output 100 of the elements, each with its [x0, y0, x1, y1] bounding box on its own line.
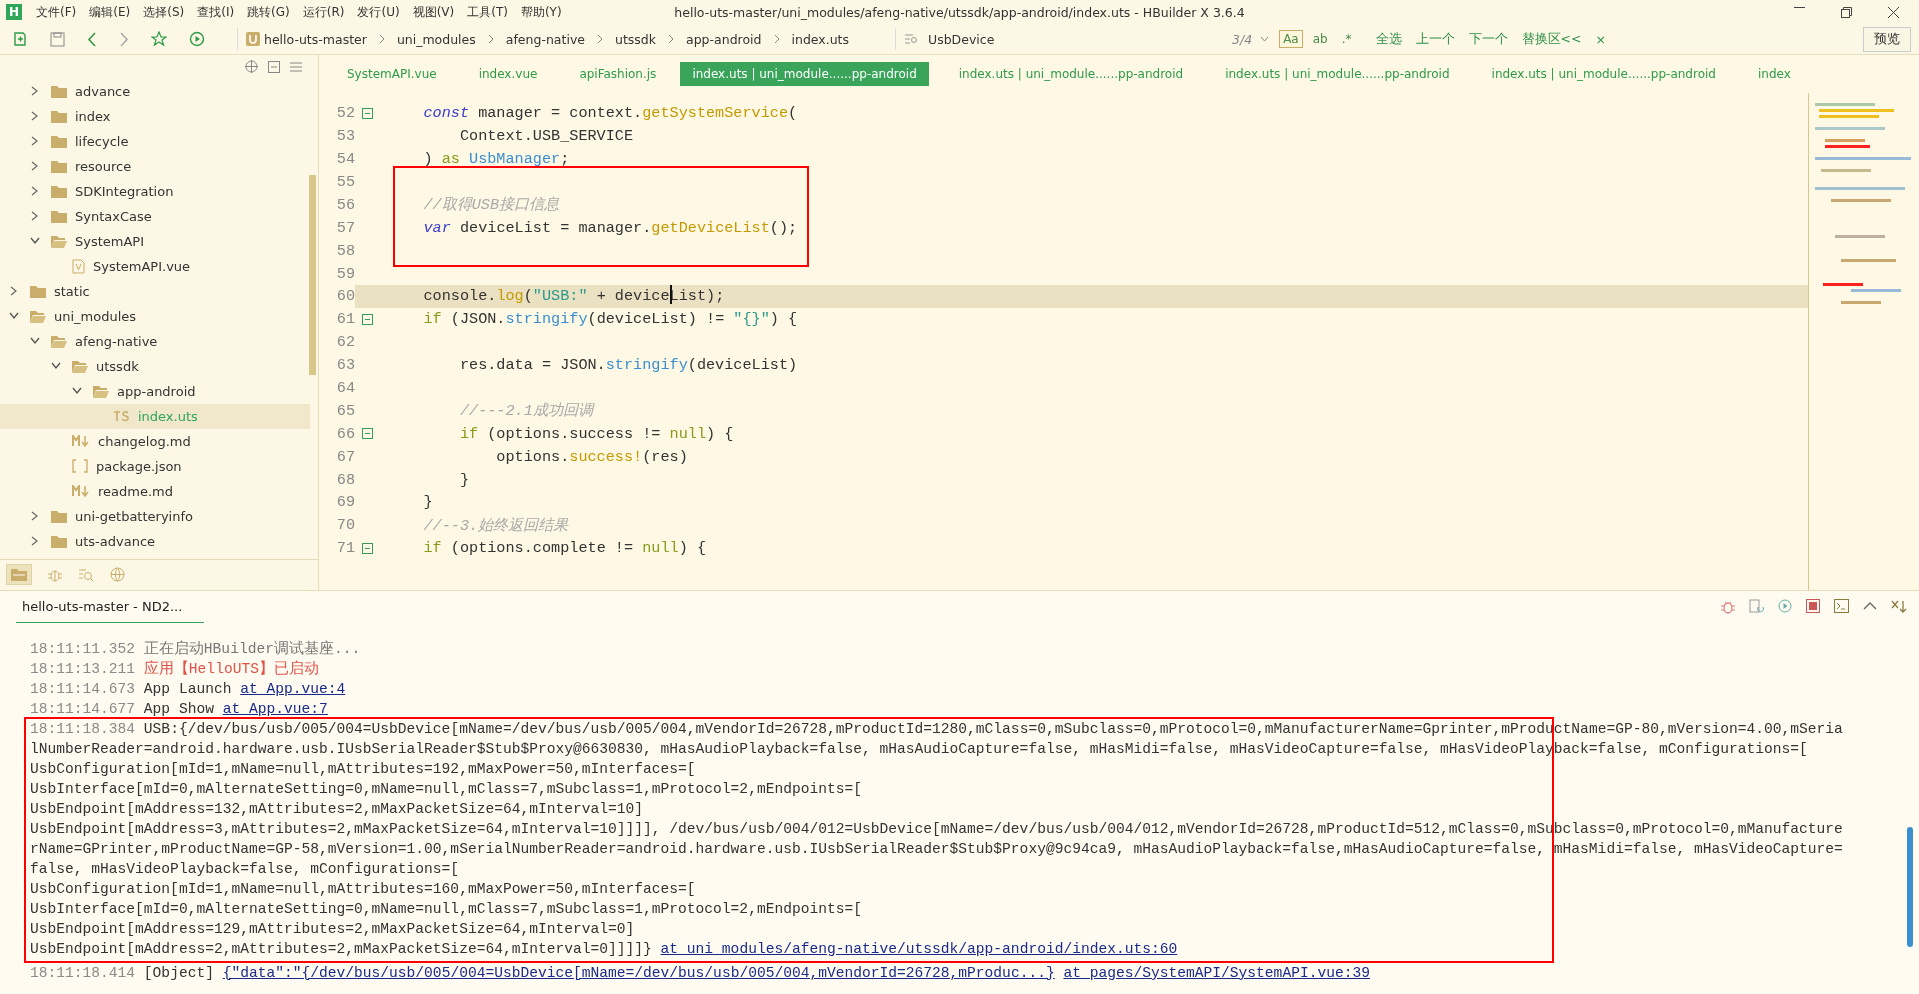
tree-item-label[interactable]: static — [54, 283, 90, 299]
menu-item[interactable]: 编辑(E) — [89, 3, 131, 21]
close-icon[interactable] — [1888, 6, 1899, 18]
editor-tab[interactable]: index — [1745, 61, 1803, 86]
tree-item-label[interactable]: app-android — [117, 383, 196, 399]
chevron-right-icon[interactable] — [31, 136, 39, 147]
minimize-icon[interactable] — [1794, 6, 1805, 9]
tree-item[interactable]: readme.md — [0, 478, 310, 504]
tree-item-label[interactable]: advance — [75, 83, 131, 99]
tree-item-label[interactable]: utssdk — [96, 358, 139, 374]
chevron-down-icon[interactable] — [30, 337, 40, 346]
chevron-right-icon[interactable] — [31, 86, 39, 97]
search-field[interactable]: UsbDevice — [924, 29, 1232, 49]
chevron-up-icon[interactable] — [1863, 602, 1877, 611]
editor-tab[interactable]: index.uts | uni_module......pp-android — [1479, 61, 1728, 86]
chevron-right-icon[interactable] — [31, 111, 39, 122]
chevron-down-icon[interactable] — [1260, 36, 1270, 43]
chevron-down-icon[interactable] — [51, 362, 61, 371]
menu-item[interactable]: 选择(S) — [143, 3, 185, 21]
star-icon[interactable] — [151, 31, 167, 48]
source-link[interactable]: at pages/SystemAPI/SystemAPI.vue:39 — [1063, 964, 1370, 981]
clear-icon[interactable] — [1891, 599, 1907, 613]
restore-icon[interactable] — [1841, 6, 1852, 18]
chevron-right-icon[interactable] — [31, 161, 39, 172]
chevron-right-icon[interactable] — [31, 186, 39, 197]
menu-item[interactable]: 文件(F) — [36, 3, 77, 21]
find-action-link[interactable]: 下一个 — [1468, 30, 1508, 48]
stop-icon[interactable] — [1806, 599, 1820, 614]
tree-item-label[interactable]: resource — [75, 158, 132, 174]
preview-button[interactable]: 预览 — [1863, 26, 1911, 52]
editor-tab[interactable]: index.uts | uni_module......pp-android — [946, 61, 1196, 86]
line-number: 65 — [335, 401, 355, 420]
editor-tab[interactable]: apiFashion.js — [567, 61, 669, 86]
breadcrumb-item[interactable]: index.uts — [787, 31, 853, 47]
menu-item[interactable]: 视图(V) — [412, 3, 455, 21]
chevron-right-icon[interactable] — [31, 511, 39, 522]
console-tab[interactable]: hello-uts-master - ND2... — [16, 598, 204, 623]
tree-item[interactable]: package.json — [0, 453, 310, 479]
fold-icon[interactable] — [361, 313, 373, 325]
files-icon[interactable] — [6, 564, 32, 586]
menu-item[interactable]: 运行(R) — [302, 3, 345, 21]
globe-icon[interactable] — [110, 567, 125, 583]
fold-icon[interactable] — [361, 107, 373, 119]
breadcrumb-item[interactable]: app-android — [682, 31, 766, 47]
save-icon[interactable] — [50, 31, 65, 47]
find-action-link[interactable]: 全选 — [1375, 30, 1402, 48]
collapse-icon[interactable] — [268, 60, 280, 73]
tree-item-label[interactable]: afeng-native — [75, 333, 158, 349]
scrollbar-thumb[interactable] — [309, 174, 316, 375]
tree-item-label[interactable]: uni_modules — [54, 308, 137, 324]
find-action-link[interactable]: 上一个 — [1415, 30, 1455, 48]
fold-icon[interactable] — [361, 542, 373, 554]
search-option-toggle[interactable]: Aa — [1279, 30, 1303, 49]
terminal-icon[interactable] — [1834, 599, 1849, 614]
menu-item[interactable]: 发行(U) — [357, 3, 400, 21]
fold-icon[interactable] — [361, 428, 373, 440]
scrollbar-thumb[interactable] — [1907, 826, 1913, 947]
breadcrumb-item[interactable]: afeng-native — [501, 31, 589, 47]
menu-icon[interactable] — [290, 61, 302, 72]
search-option-toggle[interactable]: .* — [1337, 30, 1356, 49]
tree-item-label[interactable]: SDKIntegration — [75, 183, 174, 199]
breadcrumb-item[interactable]: uni_modules — [392, 31, 480, 47]
breadcrumb-item[interactable]: hello-uts-master — [260, 31, 371, 47]
tree-item-label[interactable]: uts-advance — [75, 533, 156, 549]
tree-item-label[interactable]: uni-getbatteryinfo — [75, 508, 193, 524]
chevron-right-icon[interactable] — [31, 211, 39, 222]
editor-tab[interactable]: SystemAPI.vue — [335, 61, 449, 86]
tree-item[interactable]: SystemAPI.vue — [0, 253, 310, 279]
source-link[interactable]: at App.vue:4 — [240, 680, 346, 697]
chevron-down-icon[interactable] — [9, 312, 19, 321]
editor-tab[interactable]: index.vue — [466, 61, 550, 86]
tree-item[interactable]: changelog.md — [0, 428, 310, 454]
search-option-toggle[interactable]: ab — [1308, 30, 1332, 49]
line-number: 56 — [335, 195, 355, 214]
menu-item[interactable]: 跳转(G) — [247, 3, 290, 21]
run-icon[interactable] — [189, 31, 205, 48]
tree-item-label[interactable]: SyntaxCase — [75, 208, 152, 224]
menu-item[interactable]: 查找(I) — [197, 3, 235, 21]
menu-item[interactable]: 帮助(Y) — [520, 3, 562, 21]
locate-icon[interactable] — [245, 60, 258, 74]
chevron-right-icon[interactable] — [31, 536, 39, 547]
chevron-down-icon[interactable] — [72, 387, 82, 396]
editor-tab[interactable]: index.uts | uni_module......pp-android — [1213, 61, 1462, 86]
find-action-link[interactable]: 替换区<< — [1521, 30, 1582, 48]
restart-icon[interactable] — [1778, 599, 1792, 614]
reload-icon[interactable] — [1749, 598, 1764, 614]
chevron-right-icon[interactable] — [10, 286, 18, 297]
search-icon[interactable] — [78, 567, 94, 582]
source-link[interactable]: at App.vue:7 — [222, 700, 328, 717]
bug-icon[interactable] — [48, 567, 62, 582]
source-link[interactable]: {"data":"{/dev/bus/usb/005/004=UsbDevice[mName=/dev/bus/usb/005/004,mVendorId=26728,mProduc...} — [222, 964, 1055, 981]
source-link[interactable]: at uni_modules/afeng-native/utssdk/app-android/index.uts:60 — [660, 940, 1178, 957]
tree-item-label[interactable]: SystemAPI — [75, 233, 145, 249]
new-file-icon[interactable] — [12, 31, 28, 48]
breadcrumb-item[interactable]: utssdk — [611, 31, 660, 47]
menu-item[interactable]: 工具(T) — [467, 3, 508, 21]
tree-item-label[interactable]: lifecycle — [75, 133, 129, 149]
tree-item-label[interactable]: index — [75, 108, 111, 124]
find-action-link[interactable]: × — [1595, 31, 1606, 47]
chevron-down-icon[interactable] — [30, 237, 40, 246]
